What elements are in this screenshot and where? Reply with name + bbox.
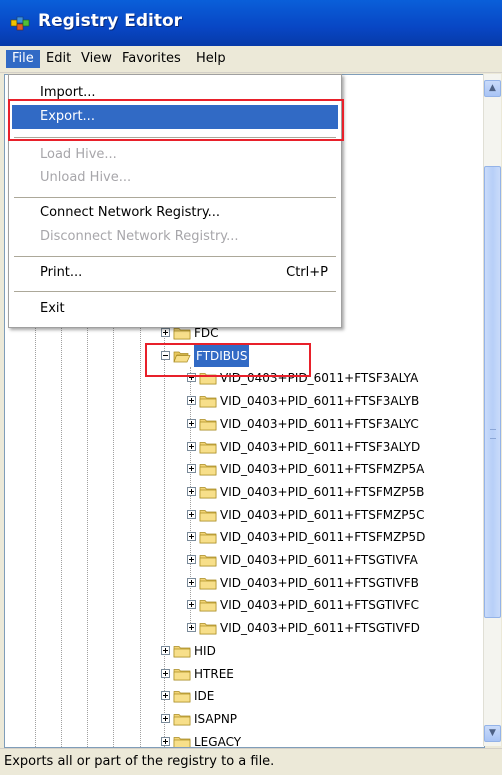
menu-bar: File Edit View Favorites Help — [0, 46, 502, 73]
menu-view[interactable]: View — [75, 50, 118, 68]
tree-node-label[interactable]: VID_0403+PID_6011+FTSFMZP5D — [220, 526, 425, 548]
expand-plus-icon[interactable] — [161, 736, 170, 746]
tree-node-row[interactable]: VID_0403+PID_6011+FTSFMZP5C — [5, 504, 475, 526]
expand-plus-icon[interactable] — [161, 713, 170, 723]
folder-icon — [199, 575, 217, 590]
scroll-down-arrow-icon[interactable]: ▼ — [484, 725, 501, 742]
tree-node-label[interactable]: VID_0403+PID_6011+FTSFMZP5A — [220, 458, 424, 480]
folder-icon — [173, 734, 191, 747]
menu-item-exit[interactable]: Exit — [12, 297, 338, 321]
title-bar: Registry Editor — [0, 0, 502, 46]
folder-icon — [199, 597, 217, 612]
folder-icon — [199, 393, 217, 408]
tree-node-row[interactable]: VID_0403+PID_6011+FTSGTIVFA — [5, 549, 475, 571]
tree-node-row[interactable]: VID_0403+PID_6011+FTSF3ALYC — [5, 413, 475, 435]
tree-node-row[interactable]: VID_0403+PID_6011+FTSF3ALYB — [5, 390, 475, 412]
expand-plus-icon[interactable] — [187, 509, 196, 519]
tree-node-label[interactable]: ISAPNP — [194, 708, 237, 730]
folder-icon — [199, 529, 217, 544]
status-bar: Exports all or part of the registry to a… — [0, 748, 502, 775]
folder-icon — [199, 552, 217, 567]
expand-plus-icon[interactable] — [161, 668, 170, 678]
tree-node-row[interactable]: VID_0403+PID_6011+FTSGTIVFC — [5, 594, 475, 616]
menu-separator — [14, 256, 336, 257]
tree-node-row[interactable]: VID_0403+PID_6011+FTSGTIVFD — [5, 617, 475, 639]
expand-plus-icon[interactable] — [187, 555, 196, 564]
menu-favorites[interactable]: Favorites — [116, 50, 187, 68]
expand-plus-icon[interactable] — [187, 441, 196, 451]
menu-separator — [14, 197, 336, 198]
scroll-up-arrow-icon[interactable]: ▲ — [484, 80, 501, 97]
menu-item-label: Unload Hive... — [40, 170, 132, 185]
tree-node-row[interactable]: ISAPNP — [5, 708, 475, 730]
expand-plus-icon[interactable] — [187, 486, 196, 496]
export-highlight-box — [8, 99, 344, 141]
tree-node-row[interactable]: VID_0403+PID_6011+FTSFMZP5D — [5, 526, 475, 548]
tree-node-label[interactable]: VID_0403+PID_6011+FTSF3ALYB — [220, 390, 419, 412]
registry-editor-app-icon — [10, 16, 30, 31]
tree-node-row[interactable]: VID_0403+PID_6011+FTSF3ALYD — [5, 436, 475, 458]
menu-item-shortcut: Ctrl+P — [286, 265, 328, 280]
window-title: Registry Editor — [38, 11, 183, 31]
expand-plus-icon[interactable] — [187, 600, 196, 610]
tree-node-row[interactable]: IDE — [5, 685, 475, 707]
tree-vertical-scrollbar[interactable]: ▲ ▼ — [483, 74, 501, 746]
scrollbar-grip-icon — [490, 429, 496, 439]
expand-plus-icon[interactable] — [187, 577, 196, 587]
tree-node-label[interactable]: VID_0403+PID_6011+FTSF3ALYD — [220, 436, 420, 458]
menu-item-label: Connect Network Registry... — [40, 205, 221, 220]
folder-icon — [173, 643, 191, 658]
tree-node-label[interactable]: VID_0403+PID_6011+FTSGTIVFC — [220, 594, 419, 616]
status-text: Exports all or part of the registry to a… — [4, 754, 275, 769]
menu-edit[interactable]: Edit — [40, 50, 77, 68]
menu-item-disconnect-network-registry: Disconnect Network Registry... — [12, 225, 338, 249]
ftdibus-highlight-box — [145, 343, 311, 377]
folder-icon — [199, 484, 217, 499]
tree-node-row[interactable]: VID_0403+PID_6011+FTSGTIVFB — [5, 572, 475, 594]
tree-node-label[interactable]: VID_0403+PID_6011+FTSGTIVFD — [220, 617, 420, 639]
menu-item-connect-network-registry[interactable]: Connect Network Registry... — [12, 201, 338, 225]
expand-plus-icon[interactable] — [161, 328, 170, 337]
tree-node-row[interactable]: VID_0403+PID_6011+FTSFMZP5A — [5, 458, 475, 480]
tree-node-label[interactable]: HTREE — [194, 663, 234, 685]
tree-node-label[interactable]: IDE — [194, 685, 214, 707]
folder-icon — [199, 620, 217, 635]
folder-icon — [199, 507, 217, 521]
tree-node-row[interactable]: HTREE — [5, 663, 475, 685]
tree-node-label[interactable]: VID_0403+PID_6011+FTSFMZP5B — [220, 481, 424, 503]
expand-plus-icon[interactable] — [187, 623, 196, 633]
menu-item-load-hive: Load Hive... — [12, 143, 338, 167]
expand-plus-icon[interactable] — [187, 396, 196, 406]
tree-node-label[interactable]: LEGACY — [194, 731, 241, 747]
tree-node-label[interactable]: VID_0403+PID_6011+FTSFMZP5C — [220, 504, 425, 526]
menu-help[interactable]: Help — [190, 50, 232, 68]
folder-icon — [199, 439, 217, 453]
expand-plus-icon[interactable] — [187, 464, 196, 474]
menu-file[interactable]: File — [6, 50, 40, 68]
menu-separator — [14, 291, 336, 292]
menu-item-print[interactable]: Print... Ctrl+P — [12, 261, 338, 285]
expand-plus-icon[interactable] — [161, 645, 170, 655]
menu-item-unload-hive: Unload Hive... — [12, 166, 338, 190]
tree-node-label[interactable]: HID — [194, 640, 216, 662]
tree-node-label[interactable]: VID_0403+PID_6011+FTSF3ALYC — [220, 413, 419, 435]
folder-icon — [199, 416, 217, 431]
expand-plus-icon[interactable] — [161, 691, 170, 701]
menu-item-label: Print... — [40, 265, 83, 280]
folder-icon — [173, 711, 191, 726]
folder-icon — [173, 688, 191, 703]
tree-node-row[interactable]: VID_0403+PID_6011+FTSFMZP5B — [5, 481, 475, 503]
folder-icon — [173, 666, 191, 680]
folder-icon — [199, 461, 217, 476]
tree-node-label[interactable]: VID_0403+PID_6011+FTSGTIVFB — [220, 572, 419, 594]
scrollbar-thumb[interactable] — [484, 166, 501, 618]
tree-node-row[interactable]: LEGACY — [5, 731, 475, 747]
tree-node-row[interactable]: HID — [5, 640, 475, 662]
tree-node-label[interactable]: VID_0403+PID_6011+FTSGTIVFA — [220, 549, 418, 571]
expand-plus-icon[interactable] — [187, 418, 196, 428]
menu-item-label: Load Hive... — [40, 147, 117, 162]
expand-plus-icon[interactable] — [187, 532, 196, 542]
menu-item-label: Exit — [40, 301, 65, 316]
menu-item-label: Disconnect Network Registry... — [40, 229, 239, 244]
